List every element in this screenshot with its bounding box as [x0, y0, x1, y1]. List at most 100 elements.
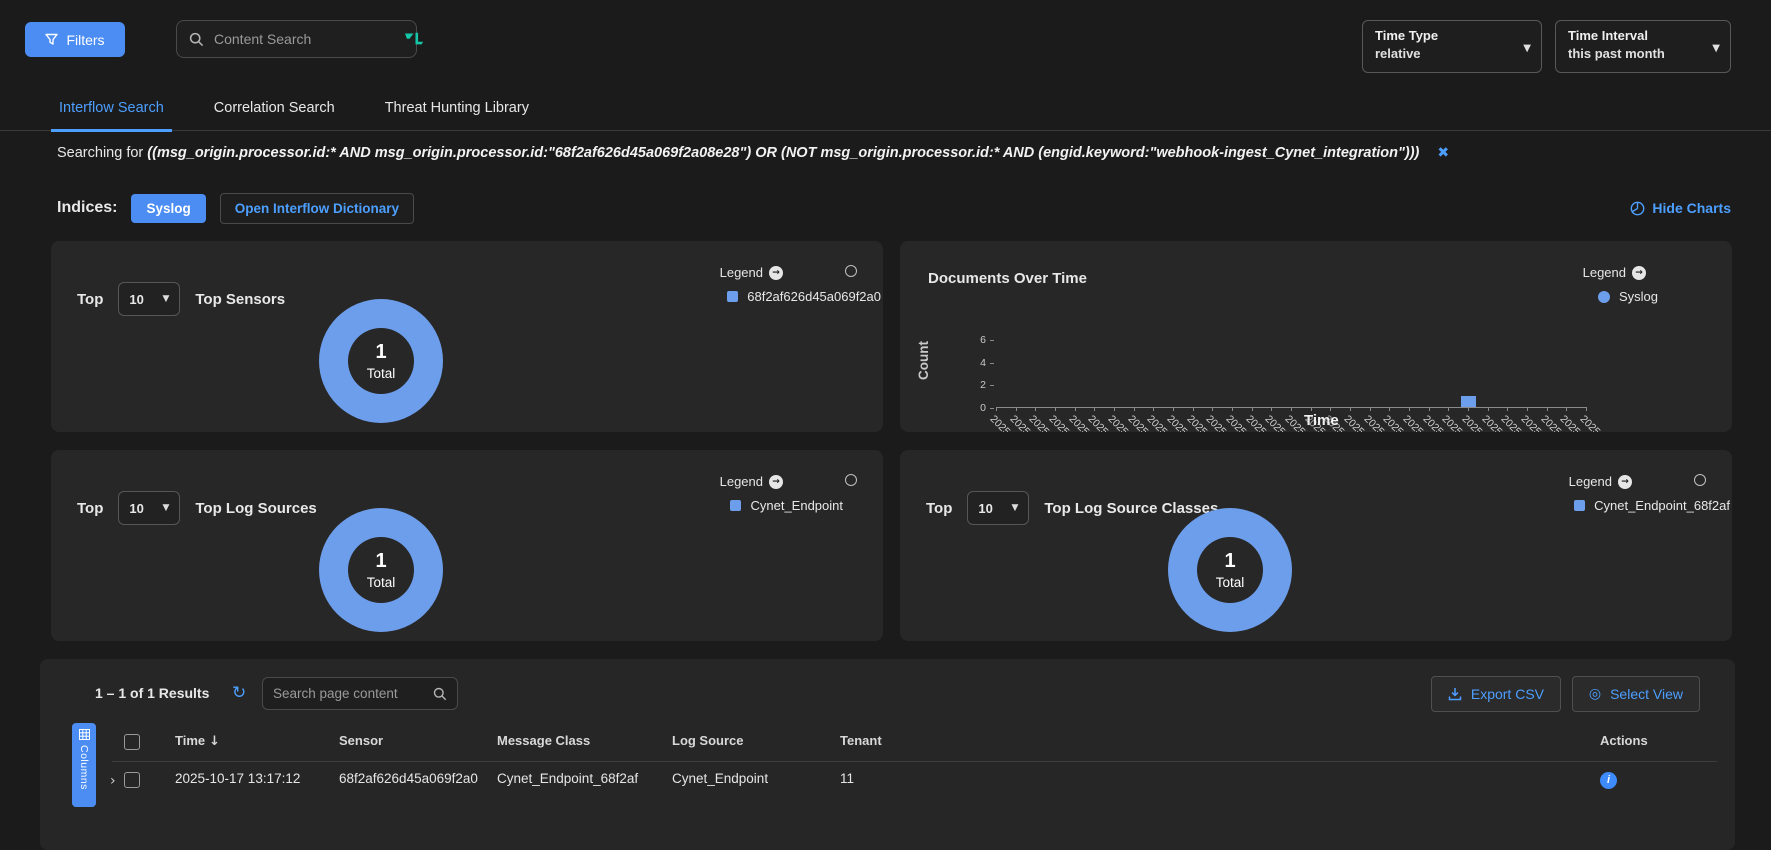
export-csv-button[interactable]: Export CSV [1431, 676, 1561, 712]
row-tenant: 11 [840, 771, 920, 786]
legend-item[interactable]: Syslog [1598, 289, 1658, 304]
chart-type-toggle-icon[interactable] [845, 265, 857, 277]
top-label: Top [926, 500, 952, 517]
legend-toggle[interactable]: Legend → [1583, 265, 1646, 280]
legend-arrow-icon: → [1632, 266, 1646, 280]
legend-item[interactable]: Cynet_Endpoint_68f2af [1574, 498, 1730, 513]
top-n-value: 10 [129, 501, 143, 516]
hide-charts-link[interactable]: Hide Charts [1630, 200, 1731, 216]
indices-row: Indices: Syslog Open Interflow Dictionar… [57, 192, 1731, 224]
x-tick-mark [1311, 407, 1312, 411]
page-search-input[interactable] [273, 686, 425, 701]
column-header-message-class[interactable]: Message Class [497, 733, 659, 748]
legend-item[interactable]: Cynet_Endpoint [730, 498, 843, 513]
y-tick-label: 0 [964, 402, 986, 414]
tab-correlation-search[interactable]: Correlation Search [206, 100, 343, 132]
row-expand-icon[interactable]: › [110, 773, 116, 789]
panel-top-log-sources: Top 10 ▼ Top Log Sources Legend → Cynet_… [51, 450, 883, 641]
legend-arrow-icon: → [769, 266, 783, 280]
top-n-value: 10 [129, 292, 143, 307]
legend-arrow-icon: → [1618, 475, 1632, 489]
export-csv-label: Export CSV [1471, 686, 1544, 702]
charts-grid: Top 10 ▼ Top Sensors Legend → 68f2af626d… [51, 241, 1732, 641]
donut-chart-top-sensors[interactable]: 1 Total [319, 299, 443, 423]
x-tick-mark [1448, 407, 1449, 411]
top-label: Top [77, 500, 103, 517]
x-tick-mark [1409, 407, 1410, 411]
table-row[interactable]: › 2025-10-17 13:17:12 68f2af626d45a069f2… [40, 771, 1735, 801]
info-icon[interactable]: i [1600, 772, 1617, 789]
y-tick-mark [990, 385, 994, 386]
panel-top-sensors: Top 10 ▼ Top Sensors Legend → 68f2af626d… [51, 241, 883, 432]
page-search-box[interactable] [262, 677, 458, 710]
legend-toggle[interactable]: Legend → [1569, 474, 1632, 489]
bar-syslog[interactable] [1461, 396, 1476, 407]
x-tick-mark [1055, 407, 1056, 411]
top-n-value: 10 [978, 501, 992, 516]
refresh-icon[interactable]: ↻ [232, 683, 246, 703]
results-panel: 1 – 1 of 1 Results ↻ Export CSV ◎ Select… [40, 659, 1735, 850]
x-tick-mark [1114, 407, 1115, 411]
select-all-checkbox[interactable] [124, 734, 140, 750]
main-tabs: Interflow Search Correlation Search Thre… [0, 100, 1771, 131]
column-header-sensor[interactable]: Sensor [339, 733, 489, 748]
legend-label: Legend [720, 474, 763, 489]
donut-center: 1 Total [348, 537, 414, 603]
top-n-select[interactable]: 10 ▼ [118, 282, 180, 316]
chevron-down-icon: ▼ [1712, 43, 1720, 54]
x-tick-mark [1094, 407, 1095, 411]
y-tick-label: 2 [964, 379, 986, 391]
row-time: 2025-10-17 13:17:12 [175, 771, 327, 786]
x-tick-mark [1232, 407, 1233, 411]
legend-toggle[interactable]: Legend → [720, 265, 783, 280]
y-tick-label: 4 [964, 357, 986, 369]
time-interval-dropdown[interactable]: Time Interval this past month ▼ [1555, 20, 1731, 73]
time-type-label: Time Type [1375, 28, 1515, 43]
sort-desc-icon: ↓ [209, 734, 220, 749]
legend-toggle[interactable]: Legend → [720, 474, 783, 489]
clear-query-icon[interactable]: ✖ [1437, 145, 1449, 161]
x-tick-mark [1153, 407, 1154, 411]
legend-label: Legend [1569, 474, 1612, 489]
x-tick-mark [1291, 407, 1292, 411]
legend-label: Legend [1583, 265, 1626, 280]
documents-over-time-plot: 02462025-09-23 05...2025-09-24 05...2025… [996, 340, 1586, 408]
column-header-actions: Actions [1600, 733, 1648, 748]
chart-type-toggle-icon[interactable] [1694, 474, 1706, 486]
chevron-down-icon: ▼ [162, 503, 169, 513]
open-interflow-dictionary-button[interactable]: Open Interflow Dictionary [220, 193, 414, 224]
time-type-dropdown[interactable]: Time Type relative ▼ [1362, 20, 1542, 73]
panel-documents-over-time: Documents Over Time Legend → Syslog Coun… [900, 241, 1732, 432]
time-type-value: relative [1375, 46, 1515, 61]
x-tick-mark [1173, 407, 1174, 411]
top-n-select[interactable]: 10 ▼ [967, 491, 1029, 525]
search-status-row: Searching for ((msg_origin.processor.id:… [57, 145, 1731, 161]
stellar-logo-icon[interactable] [405, 32, 424, 46]
tab-interflow-search[interactable]: Interflow Search [51, 100, 172, 132]
index-syslog-button[interactable]: Syslog [131, 194, 205, 223]
legend-item-label: Syslog [1619, 289, 1658, 304]
column-header-log-source[interactable]: Log Source [672, 733, 822, 748]
legend-swatch [1574, 500, 1585, 511]
donut-chart-top-log-source-classes[interactable]: 1 Total [1168, 508, 1292, 632]
column-header-time[interactable]: Time↓ [175, 733, 327, 749]
y-tick-mark [990, 408, 994, 409]
top-n-select[interactable]: 10 ▼ [118, 491, 180, 525]
donut-total-label: Total [367, 366, 396, 381]
content-search-input[interactable] [214, 31, 395, 47]
select-view-button[interactable]: ◎ Select View [1572, 676, 1700, 712]
legend-item[interactable]: 68f2af626d45a069f2a0 [727, 289, 881, 304]
tab-threat-hunting-library[interactable]: Threat Hunting Library [377, 100, 537, 132]
row-log-source: Cynet_Endpoint [672, 771, 822, 786]
filters-button[interactable]: Filters [25, 22, 125, 57]
chart-type-toggle-icon[interactable] [845, 474, 857, 486]
x-tick-mark [1035, 407, 1036, 411]
donut-chart-top-log-sources[interactable]: 1 Total [319, 508, 443, 632]
row-checkbox[interactable] [124, 772, 140, 788]
content-search-box[interactable] [176, 20, 417, 58]
column-header-tenant[interactable]: Tenant [840, 733, 920, 748]
search-icon [189, 32, 204, 47]
search-icon [433, 687, 447, 701]
hide-charts-label: Hide Charts [1652, 200, 1731, 216]
time-interval-value: this past month [1568, 46, 1704, 61]
